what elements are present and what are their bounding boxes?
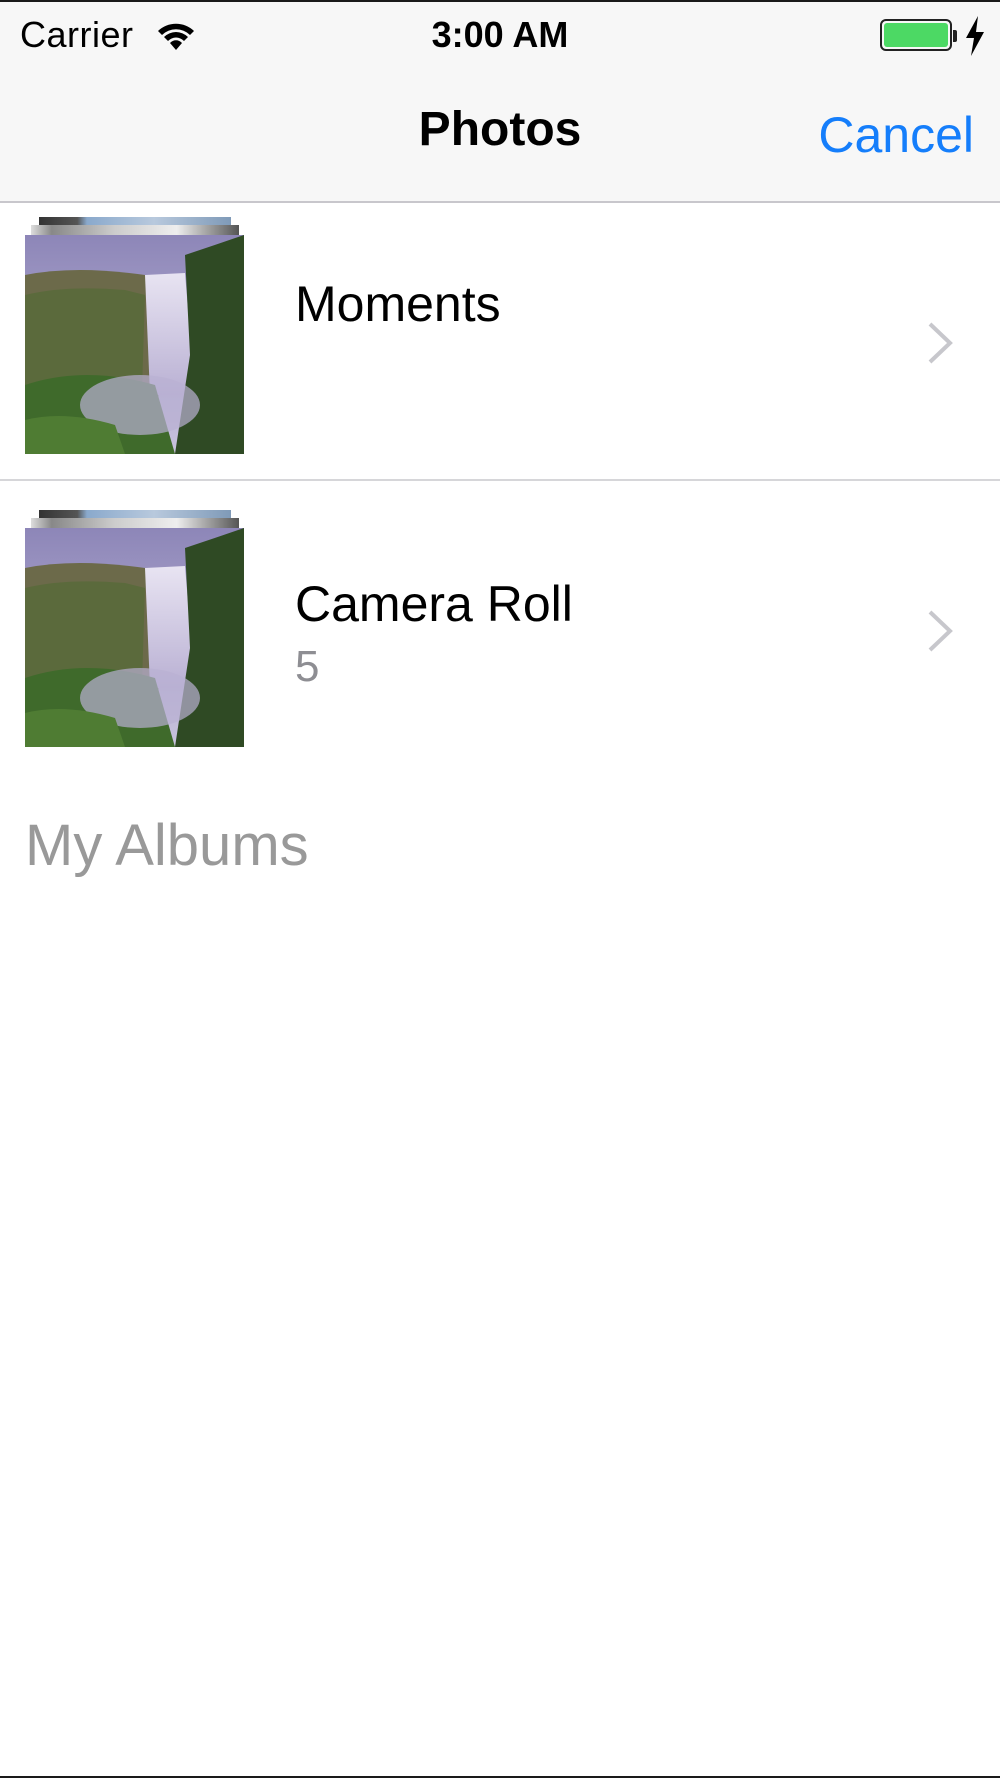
top-bar: Carrier 3:00 AM Photos Cancel [0,2,1000,203]
battery-level-fill [884,23,948,47]
stacked-photo-edge [31,225,239,235]
charging-bolt-icon [966,16,984,56]
album-thumbnail-stack [25,510,245,747]
battery-tip [953,30,957,42]
status-time: 3:00 AM [431,14,569,55]
chevron-right-icon [928,610,953,652]
waterfall-photo [25,528,244,747]
waterfall-photo [25,235,244,454]
album-title: Moments [295,276,501,332]
chevron-right-icon [928,322,953,364]
stacked-photo-edge [31,518,239,528]
status-bar: Carrier 3:00 AM [0,2,1000,68]
battery-icon [880,19,952,51]
album-row-camera-roll[interactable]: Camera Roll 5 [0,480,1000,750]
cancel-button[interactable]: Cancel [818,106,974,164]
album-thumbnail-stack [25,217,245,454]
album-row-moments[interactable]: Moments [0,203,1000,493]
album-title: Camera Roll [295,576,573,632]
section-header-my-albums: My Albums [25,813,309,878]
album-count: 5 [295,642,320,691]
